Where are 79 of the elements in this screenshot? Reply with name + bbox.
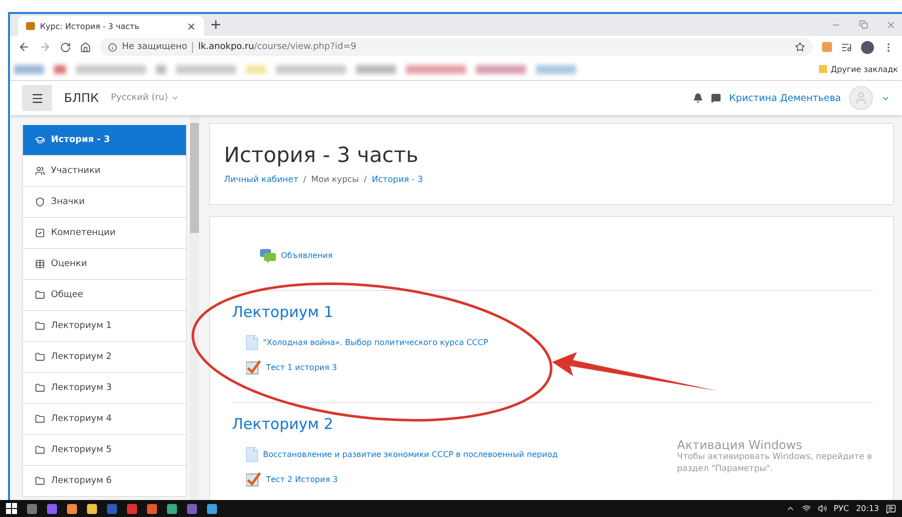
folder-icon [35, 352, 45, 362]
activity-link[interactable]: "Холодная война». Выбор политического курса СССР [263, 338, 488, 347]
speaker-icon[interactable] [818, 504, 827, 513]
folder-icon [35, 414, 45, 424]
sidebar-item[interactable]: Лекториум 2 [22, 342, 187, 373]
breadcrumb-link[interactable]: Личный кабинет [224, 175, 298, 185]
home-icon[interactable] [80, 42, 91, 52]
language-menu[interactable]: Русский (ru) [110, 93, 179, 103]
activity-link[interactable]: Тест 2 История 3 [266, 475, 338, 484]
users-icon [35, 166, 45, 176]
caret-icon [170, 94, 179, 102]
browser-tab[interactable]: Курс: История - 3 часть × [18, 16, 204, 36]
notification-icon[interactable] [886, 504, 896, 514]
sidebar-item[interactable]: Участники [22, 156, 187, 187]
sidebar-item[interactable]: Оценки [22, 249, 187, 280]
section-title[interactable]: Лекториум 1 [232, 303, 873, 321]
tab-close-button[interactable]: × [186, 20, 196, 32]
info-icon [108, 42, 117, 52]
sidebar-item[interactable]: Лекториум 1 [22, 311, 187, 342]
folder-icon [35, 321, 45, 331]
menu-button[interactable] [22, 85, 52, 111]
other-bookmarks[interactable]: Другие закладк [818, 64, 898, 74]
tab-title: Курс: История - 3 часть [40, 22, 140, 30]
course-title: История - 3 часть [224, 143, 420, 167]
shield-icon [35, 197, 45, 207]
sidebar-item[interactable]: Лекториум 3 [22, 373, 187, 404]
sidebar-item[interactable]: Лекториум 5 [22, 435, 187, 466]
breadcrumb-separator: / [364, 175, 367, 185]
sidebar-item[interactable]: Лекториум 4 [22, 404, 187, 435]
graduation-cap-icon [35, 135, 45, 145]
document-icon [246, 447, 258, 462]
section-title[interactable]: Лекториум 2 [232, 415, 873, 433]
sidebar-item[interactable]: История - 3 [22, 125, 187, 156]
restore-icon[interactable] [859, 20, 868, 29]
star-icon[interactable] [795, 42, 805, 52]
activity-link[interactable]: Восстановление и развитие экономики СССР в послевоенный период [263, 450, 558, 459]
back-icon[interactable] [18, 41, 30, 53]
profile-avatar[interactable] [861, 40, 874, 54]
reload-icon[interactable] [60, 42, 71, 52]
table-icon [35, 259, 45, 269]
sidebar-item[interactable]: Значки [22, 187, 187, 218]
user-name[interactable]: Кристина Дементьева [729, 92, 841, 104]
activity-link[interactable]: Объявления [281, 251, 333, 260]
site-favicon [26, 22, 35, 30]
address-bar[interactable]: Не защищено lk.anokpo.ru/course/view.php?id=9 [100, 38, 813, 56]
folder-icon [35, 383, 45, 393]
scrollbar[interactable] [190, 115, 199, 500]
chevron-up-icon[interactable] [786, 504, 795, 513]
activation-text: Чтобы активировать Windows, перейдите в раздел "Параметры". [677, 452, 874, 476]
sidebar-item[interactable]: Компетенции [22, 218, 187, 249]
chat-bubbles-icon [260, 248, 276, 262]
menu-icon [30, 92, 44, 104]
checkbox-icon [35, 228, 45, 238]
breadcrumb-link[interactable]: История - 3 [372, 175, 423, 185]
folder-icon [35, 290, 45, 300]
close-icon[interactable] [886, 20, 896, 30]
new-tab-button[interactable]: + [210, 17, 222, 33]
folder-icon [35, 476, 45, 486]
bell-icon[interactable] [693, 93, 704, 103]
input-language[interactable]: РУС [834, 504, 849, 513]
checked-box-icon [246, 472, 261, 487]
url-text: lk.anokpo.ru/course/view.php?id=9 [198, 42, 356, 52]
checked-box-icon [246, 360, 261, 375]
wifi-icon[interactable] [802, 504, 811, 513]
breadcrumb-separator: / [303, 175, 306, 185]
site-name[interactable]: БЛПК [64, 91, 99, 105]
media-list-icon[interactable] [841, 42, 852, 52]
windows-start-icon[interactable] [6, 503, 17, 514]
activation-title: Активация Windows [677, 438, 804, 452]
forward-icon[interactable] [39, 41, 51, 53]
breadcrumb-text: Мои курсы [311, 175, 359, 185]
clock[interactable]: 20:13 [856, 504, 879, 513]
activity-link[interactable]: Тест 1 история 3 [266, 363, 337, 372]
chat-icon[interactable] [711, 93, 722, 103]
folder-icon [35, 445, 45, 455]
document-icon [246, 335, 258, 350]
sidebar-item[interactable]: Общее [22, 280, 187, 311]
security-label: Не защищено [122, 42, 188, 52]
sidebar-item[interactable]: Лекториум 6 [22, 466, 187, 497]
